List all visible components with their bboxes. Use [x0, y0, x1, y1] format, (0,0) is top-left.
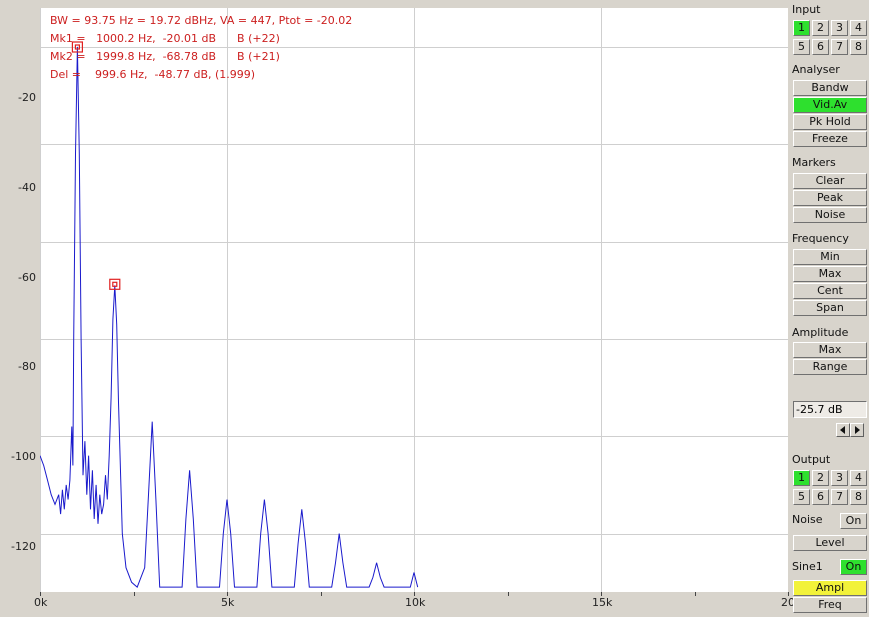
x-tick-label: 15k: [592, 596, 613, 609]
noise-label: Noise: [792, 513, 823, 526]
output-channel-5[interactable]: 5: [793, 489, 810, 505]
frequency-section-title: Frequency: [792, 232, 849, 245]
spectrum-trace: [40, 46, 419, 588]
frequency-max-button[interactable]: Max: [793, 266, 867, 282]
y-tick-label: -60: [18, 271, 36, 284]
frequency-span-button[interactable]: Span: [793, 300, 867, 316]
amplitude-section-title: Amplitude: [792, 326, 849, 339]
output-channel-1[interactable]: 1: [793, 470, 810, 486]
markers-noise-button[interactable]: Noise: [793, 207, 867, 223]
y-tick-label: -40: [18, 181, 36, 194]
x-tick-label: 10k: [405, 596, 426, 609]
input-channel-1[interactable]: 1: [793, 20, 810, 36]
bandwidth-button[interactable]: Bandw: [793, 80, 867, 96]
output-channel-6[interactable]: 6: [812, 489, 829, 505]
y-tick-label: -20: [18, 91, 36, 104]
x-minor-tick: [508, 592, 509, 596]
spectrum-plot[interactable]: BW = 93.75 Hz = 19.72 dBHz, VA = 447, Pt…: [40, 8, 788, 592]
input-section-title: Input: [792, 3, 821, 16]
input-channel-8[interactable]: 8: [850, 39, 867, 55]
markers-peak-button[interactable]: Peak: [793, 190, 867, 206]
control-panel: Input 1 2 3 4 5 6 7 8 Analyser Bandw Vid…: [792, 0, 869, 617]
frequency-min-button[interactable]: Min: [793, 249, 867, 265]
freeze-button[interactable]: Freeze: [793, 131, 867, 147]
output-channel-8[interactable]: 8: [850, 489, 867, 505]
spectrum-svg: [40, 8, 788, 592]
markers-clear-button[interactable]: Clear: [793, 173, 867, 189]
readout-marker1: Mk1 = 1000.2 Hz, -20.01 dB B (+22): [50, 32, 280, 45]
x-minor-tick: [321, 592, 322, 596]
x-minor-tick: [134, 592, 135, 596]
sine-frequency-button[interactable]: Freq: [793, 597, 867, 613]
input-channel-6[interactable]: 6: [812, 39, 829, 55]
input-channel-3[interactable]: 3: [831, 20, 848, 36]
analyser-section-title: Analyser: [792, 63, 840, 76]
readout-marker2: Mk2 = 1999.8 Hz, -68.78 dB B (+21): [50, 50, 280, 63]
arrow-left-icon: [840, 426, 845, 434]
x-minor-tick: [695, 592, 696, 596]
input-channel-5[interactable]: 5: [793, 39, 810, 55]
input-channel-2[interactable]: 2: [812, 20, 829, 36]
output-section-title: Output: [792, 453, 831, 466]
readout-delta: Del = 999.6 Hz, -48.77 dB, (1.999): [50, 68, 256, 81]
noise-toggle[interactable]: On: [840, 513, 867, 529]
sine-toggle[interactable]: On: [840, 559, 867, 575]
decrease-button[interactable]: [836, 423, 850, 437]
amplitude-max-button[interactable]: Max: [793, 342, 867, 358]
frequency-center-button[interactable]: Cent: [793, 283, 867, 299]
video-average-button[interactable]: Vid.Av: [793, 97, 867, 113]
markers-section-title: Markers: [792, 156, 836, 169]
readout-bandwidth: BW = 93.75 Hz = 19.72 dBHz, VA = 447, Pt…: [50, 14, 353, 27]
output-channel-3[interactable]: 3: [831, 470, 848, 486]
y-tick-label: -120: [11, 540, 36, 553]
readouts: BW = 93.75 Hz = 19.72 dBHz, VA = 447, Pt…: [50, 12, 352, 84]
output-channel-2[interactable]: 2: [812, 470, 829, 486]
noise-level-button[interactable]: Level: [793, 535, 867, 551]
amplitude-range-button[interactable]: Range: [793, 359, 867, 375]
input-channel-7[interactable]: 7: [831, 39, 848, 55]
peak-hold-button[interactable]: Pk Hold: [793, 114, 867, 130]
sine-label: Sine1: [792, 560, 823, 573]
x-tick-label: 0k: [34, 596, 48, 609]
x-tick-label: 5k: [221, 596, 235, 609]
increase-button[interactable]: [850, 423, 864, 437]
value-field[interactable]: -25.7 dB: [793, 401, 867, 418]
y-tick-label: -100: [11, 450, 36, 463]
output-channel-4[interactable]: 4: [850, 470, 867, 486]
input-channel-4[interactable]: 4: [850, 20, 867, 36]
arrow-right-icon: [855, 426, 860, 434]
output-channel-7[interactable]: 7: [831, 489, 848, 505]
y-tick-label: -80: [18, 360, 36, 373]
sine-amplitude-button[interactable]: Ampl: [793, 580, 867, 596]
